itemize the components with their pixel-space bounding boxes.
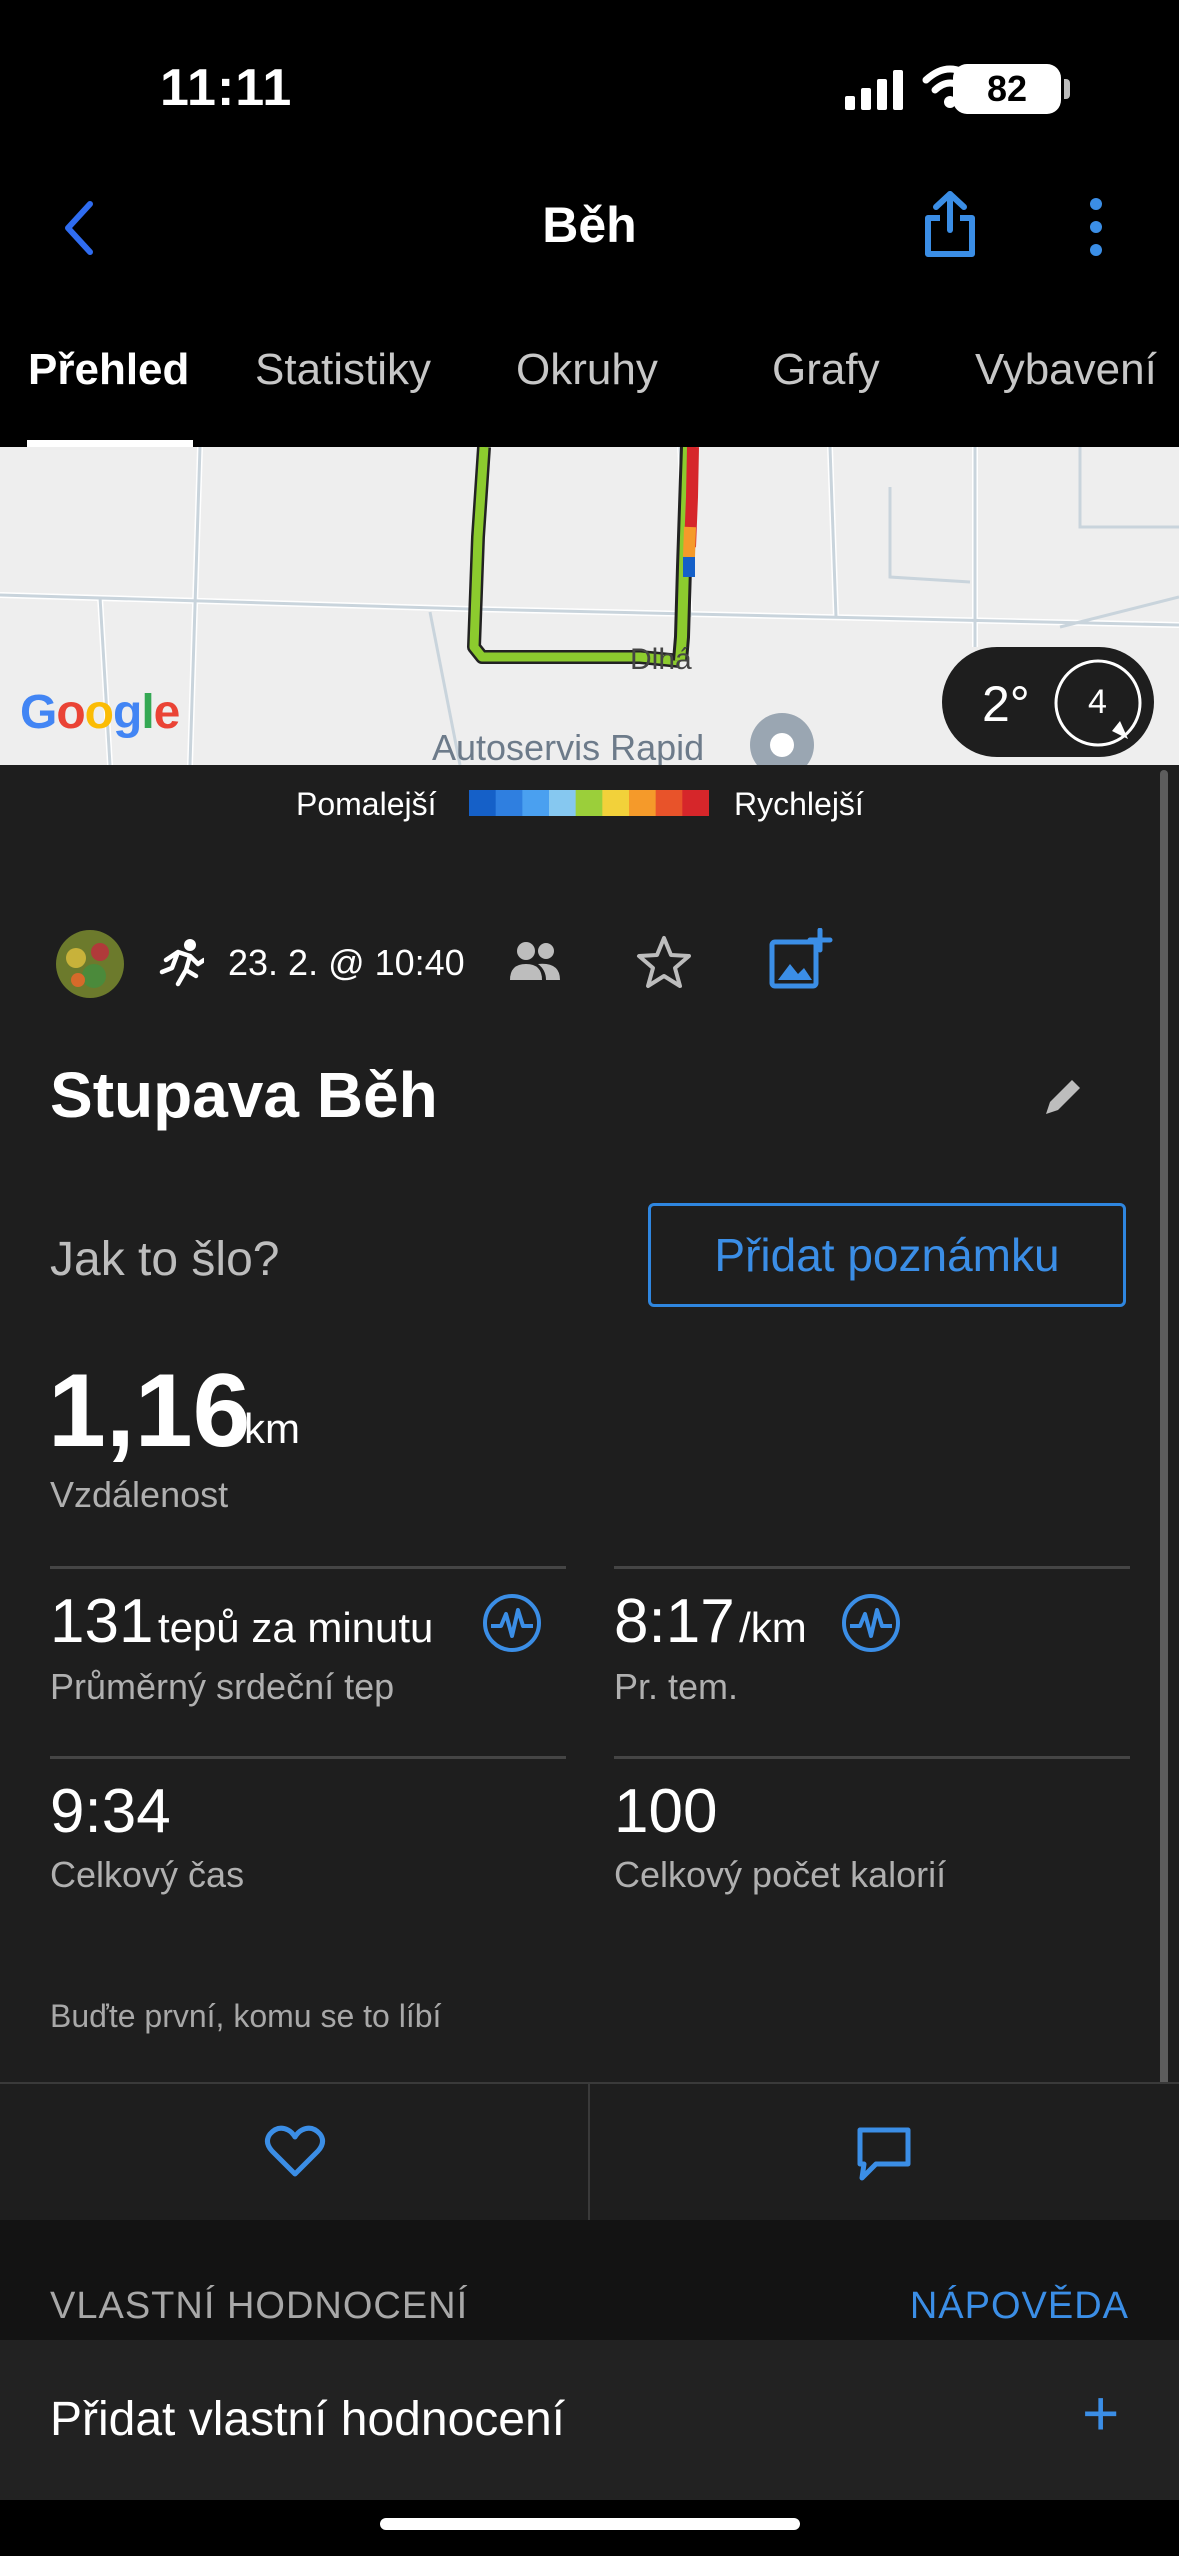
distance-unit: km <box>244 1405 300 1452</box>
home-indicator <box>380 2518 800 2530</box>
divider <box>614 1566 1130 1569</box>
like-heart-icon[interactable] <box>264 2124 326 2180</box>
temperature-label: 2° <box>982 676 1030 732</box>
poi-label: Autoservis Rapid <box>432 727 705 765</box>
pace-chart-icon[interactable] <box>840 1592 902 1654</box>
calories-value: 100 <box>614 1777 718 1846</box>
heart-rate-chart-icon[interactable] <box>481 1592 543 1654</box>
add-custom-rating-label: Přidat vlastní hodnocení <box>50 2393 565 2446</box>
pace-stat[interactable]: 8:17 /km <box>614 1586 807 1657</box>
pace-color-segment <box>655 790 683 816</box>
pace-unit: /km <box>739 1604 807 1651</box>
tab-charts[interactable]: Grafy <box>772 345 880 395</box>
active-tab-indicator <box>27 440 193 447</box>
battery-tip <box>1064 79 1070 99</box>
divider <box>50 1566 566 1569</box>
poi-marker-icon <box>750 713 814 765</box>
pace-color-segment <box>469 790 497 816</box>
note-prompt: Jak to šlo? <box>50 1233 280 1286</box>
weather-badge: 2° 4 <box>942 647 1154 757</box>
group-icon[interactable] <box>508 940 562 984</box>
heart-rate-label: Průměrný srdeční tep <box>50 1666 395 1707</box>
status-time: 11:11 <box>160 59 293 117</box>
distance-value: 1,16 <box>48 1353 251 1469</box>
cellular-signal-icon <box>845 70 903 110</box>
divider <box>614 1756 1130 1759</box>
pace-label: Pr. tem. <box>614 1666 739 1707</box>
pace-color-segment <box>629 790 657 816</box>
pace-color-segment <box>602 790 630 816</box>
route-map[interactable]: Dlhá Autoservis Rapid Google 2° 4 <box>0 447 1179 765</box>
scrollbar[interactable] <box>1160 770 1168 2090</box>
help-link[interactable]: NÁPOVĚDA <box>910 2285 1129 2328</box>
pace-color-segment <box>575 790 603 816</box>
google-logo: Google <box>20 686 180 739</box>
legend-slow-label: Pomalejší <box>296 786 437 822</box>
activity-date: 23. 2. @ 10:40 <box>228 942 465 983</box>
divider <box>50 1756 566 1759</box>
distance-label: Vzdálenost <box>50 1474 229 1515</box>
total-time-value: 9:34 <box>50 1777 171 1846</box>
total-time-label: Celkový čas <box>50 1854 245 1895</box>
more-options-icon[interactable] <box>1084 196 1108 258</box>
tab-gear[interactable]: Vybavení <box>975 345 1157 395</box>
battery-indicator: 82 <box>953 64 1061 114</box>
heart-rate-value: 131 <box>50 1587 154 1656</box>
pace-color-segment <box>522 790 550 816</box>
custom-rating-title: VLASTNÍ HODNOCENÍ <box>50 2285 469 2327</box>
wind-speed-value: 4 <box>1088 683 1107 721</box>
running-icon <box>159 939 204 987</box>
tab-statistics[interactable]: Statistiky <box>255 345 431 395</box>
edit-pencil-icon[interactable] <box>1040 1074 1086 1120</box>
pace-color-segment <box>682 790 709 816</box>
share-icon[interactable] <box>922 190 978 260</box>
pace-color-scale <box>469 790 709 816</box>
comment-icon[interactable] <box>856 2126 912 2182</box>
heart-rate-stat[interactable]: 131 tepů za minutu <box>50 1586 433 1657</box>
divider <box>588 2084 590 2220</box>
page-title: Běh <box>542 197 637 253</box>
heart-rate-unit: tepů za minutu <box>157 1604 434 1651</box>
pace-value: 8:17 <box>614 1587 735 1656</box>
tab-overview[interactable]: Přehled <box>28 345 189 395</box>
pace-color-segment <box>495 790 523 816</box>
street-label: Dlhá <box>630 643 692 676</box>
add-note-button[interactable]: Přidat poznámku <box>648 1203 1126 1307</box>
avatar[interactable] <box>54 928 126 1000</box>
favorite-star-icon[interactable] <box>634 934 694 992</box>
pace-color-segment <box>549 790 577 816</box>
legend-fast-label: Rychlejší <box>734 786 864 822</box>
add-plus-icon[interactable]: + <box>1082 2376 1119 2450</box>
calories-label: Celkový počet kalorií <box>614 1854 947 1895</box>
tab-laps[interactable]: Okruhy <box>516 345 658 395</box>
activity-title[interactable]: Stupava Běh <box>50 1058 438 1132</box>
like-prompt: Buďte první, komu se to líbí <box>50 1998 442 2034</box>
add-photo-icon[interactable] <box>768 928 834 992</box>
